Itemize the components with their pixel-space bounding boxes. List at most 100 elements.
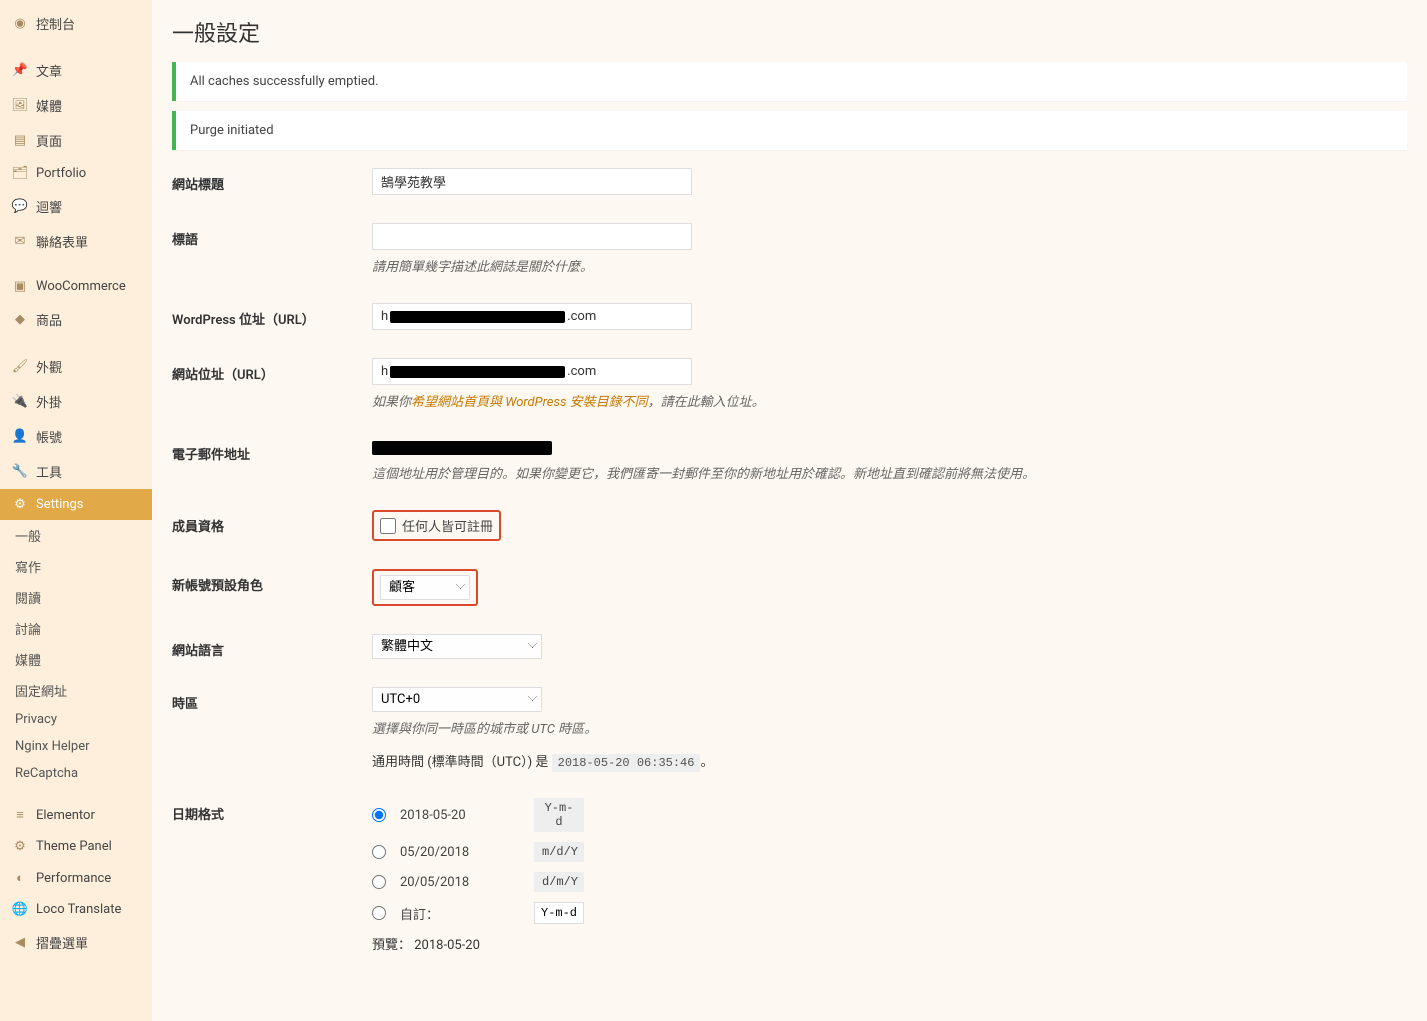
sidebar-sub-permalinks[interactable]: 固定網址 — [0, 675, 152, 706]
sidebar-sub-privacy[interactable]: Privacy — [0, 706, 152, 733]
date-radio-custom[interactable] — [372, 906, 386, 920]
comment-icon: 💬 — [10, 199, 30, 214]
page-title: 一般設定 — [172, 16, 1407, 48]
date-option-2[interactable]: 20/05/2018 d/m/Y — [372, 872, 1407, 892]
redacted-text — [372, 441, 552, 455]
product-icon: ◆ — [10, 312, 30, 327]
sidebar-item-tools[interactable]: 🔧 工具 — [0, 454, 152, 489]
notice-cache-emptied: All caches successfully emptied. — [172, 62, 1407, 101]
date-option-1[interactable]: 05/20/2018 m/d/Y — [372, 842, 1407, 862]
sidebar-item-label: 媒體 — [36, 96, 62, 115]
sidebar-item-settings[interactable]: ⚙Settings — [0, 489, 152, 520]
sidebar-item-collapse[interactable]: ◀摺疊選單 — [0, 925, 152, 960]
membership-highlight: 任何人皆可註冊 — [372, 510, 501, 541]
loco-icon: 🌐 — [10, 902, 30, 917]
sidebar-sub-nginx[interactable]: Nginx Helper — [0, 733, 152, 760]
email-input[interactable] — [372, 438, 1407, 457]
membership-checkbox-label: 任何人皆可註冊 — [402, 516, 493, 535]
sidebar-item-contact[interactable]: ✉ 聯絡表單 — [0, 224, 152, 259]
date-custom-input[interactable] — [534, 902, 584, 924]
wrench-icon: 🔧 — [10, 464, 30, 479]
sidebar-item-theme-panel[interactable]: ⚙ Theme Panel — [0, 831, 152, 862]
membership-checkbox-wrap[interactable]: 任何人皆可註冊 — [380, 516, 493, 535]
tagline-input[interactable] — [372, 223, 692, 250]
mail-icon: ✉ — [10, 234, 30, 249]
default-role-label: 新帳號預設角色 — [172, 569, 372, 594]
perf-icon: ◐ — [10, 870, 30, 886]
sidebar-item-products[interactable]: ◆ 商品 — [0, 302, 152, 337]
sidebar-item-label: 頁面 — [36, 131, 62, 150]
date-fmt-0: Y-m-d — [534, 798, 584, 832]
sidebar-sub-discussion[interactable]: 討論 — [0, 613, 152, 644]
site-url-description: 如果你希望網站首頁與 WordPress 安裝目錄不同，請在此輸入位址。 — [372, 391, 1407, 410]
sidebar-item-label: 控制台 — [36, 14, 75, 33]
wp-url-input[interactable]: h.com — [372, 303, 692, 330]
main-content: 一般設定 All caches successfully emptied. Pu… — [152, 0, 1427, 1021]
sidebar-item-label: Elementor — [36, 808, 95, 823]
plugin-icon: 🔌 — [10, 394, 30, 409]
site-url-help-link[interactable]: 希望網站首頁與 WordPress 安裝目錄不同 — [411, 395, 648, 410]
sidebar-item-elementor[interactable]: ≡ Elementor — [0, 799, 152, 831]
utc-time-value: 2018-05-20 06:35:46 — [552, 754, 701, 772]
sidebar-item-dashboard[interactable]: ◉控制台 — [0, 6, 152, 41]
sidebar-item-label: WooCommerce — [36, 279, 126, 294]
notice-purge: Purge initiated — [172, 111, 1407, 150]
sidebar-item-label: Loco Translate — [36, 902, 121, 917]
default-role-select[interactable]: 顧客 — [380, 575, 470, 600]
elementor-icon: ≡ — [10, 807, 30, 823]
sidebar-item-label: Theme Panel — [36, 839, 112, 854]
language-select[interactable]: 繁體中文 — [372, 634, 542, 659]
sidebar-item-loco[interactable]: 🌐 Loco Translate — [0, 894, 152, 925]
tagline-label: 標語 — [172, 223, 372, 248]
date-radio-2[interactable] — [372, 875, 386, 889]
sidebar-sub-reading[interactable]: 閱讀 — [0, 582, 152, 613]
sidebar-sub-media[interactable]: 媒體 — [0, 644, 152, 675]
timezone-select[interactable]: UTC+0 — [372, 687, 542, 712]
sidebar-item-label: 帳號 — [36, 427, 62, 446]
sidebar-item-label: 商品 — [36, 310, 62, 329]
sidebar-item-performance[interactable]: ◐Performance — [0, 862, 152, 894]
folder-icon: 🗂 — [10, 166, 30, 181]
redacted-text — [390, 366, 565, 378]
sidebar-sub-general[interactable]: 一般 — [0, 520, 152, 551]
redacted-text — [390, 311, 565, 323]
sidebar-sub-writing[interactable]: 寫作 — [0, 551, 152, 582]
sidebar-item-label: Portfolio — [36, 166, 86, 181]
date-fmt-2: d/m/Y — [534, 872, 584, 892]
sidebar-item-label: 外掛 — [36, 392, 62, 411]
wp-url-label: WordPress 位址（URL） — [172, 303, 372, 328]
site-url-input[interactable]: h.com — [372, 358, 692, 385]
date-preview: 預覽： 2018-05-20 — [372, 934, 1407, 953]
pin-icon: 📌 — [10, 63, 30, 78]
date-radio-1[interactable] — [372, 845, 386, 859]
date-display-1: 05/20/2018 — [400, 845, 520, 860]
default-role-highlight: 顧客 — [372, 569, 478, 606]
sidebar-item-label: 工具 — [36, 462, 62, 481]
site-url-label: 網站位址（URL） — [172, 358, 372, 383]
sidebar-item-label: 聯絡表單 — [36, 232, 88, 251]
user-icon: 👤 — [10, 429, 30, 444]
sidebar-item-pages[interactable]: ▤頁面 — [0, 123, 152, 158]
brush-icon: 🖌 — [10, 359, 30, 374]
sidebar-item-comments[interactable]: 💬 迴響 — [0, 189, 152, 224]
sidebar-item-plugins[interactable]: 🔌 外掛 — [0, 384, 152, 419]
membership-checkbox[interactable] — [380, 518, 396, 534]
gear-icon: ⚙ — [10, 839, 30, 854]
sidebar-item-media[interactable]: 🖼 媒體 — [0, 88, 152, 123]
date-radio-0[interactable] — [372, 808, 386, 822]
sidebar-item-portfolio[interactable]: 🗂 Portfolio — [0, 158, 152, 189]
sidebar-item-label: 外觀 — [36, 357, 62, 376]
sidebar-item-woocommerce[interactable]: ▣WooCommerce — [0, 271, 152, 302]
site-title-input[interactable] — [372, 168, 692, 195]
sidebar-item-appearance[interactable]: 🖌 外觀 — [0, 349, 152, 384]
date-option-0[interactable]: 2018-05-20 Y-m-d — [372, 798, 1407, 832]
collapse-icon: ◀ — [10, 935, 30, 950]
sidebar-item-posts[interactable]: 📌文章 — [0, 53, 152, 88]
admin-sidebar: ◉控制台 📌文章 🖼 媒體 ▤頁面 🗂 Portfolio 💬 迴響 ✉ 聯絡表單 ▣W… — [0, 0, 152, 1021]
sidebar-sub-recaptcha[interactable]: ReCaptcha — [0, 760, 152, 787]
date-option-custom[interactable]: 自訂： — [372, 902, 1407, 924]
date-display-2: 20/05/2018 — [400, 875, 520, 890]
media-icon: 🖼 — [10, 98, 30, 113]
sidebar-item-users[interactable]: 👤 帳號 — [0, 419, 152, 454]
sidebar-item-label: 迴響 — [36, 197, 62, 216]
